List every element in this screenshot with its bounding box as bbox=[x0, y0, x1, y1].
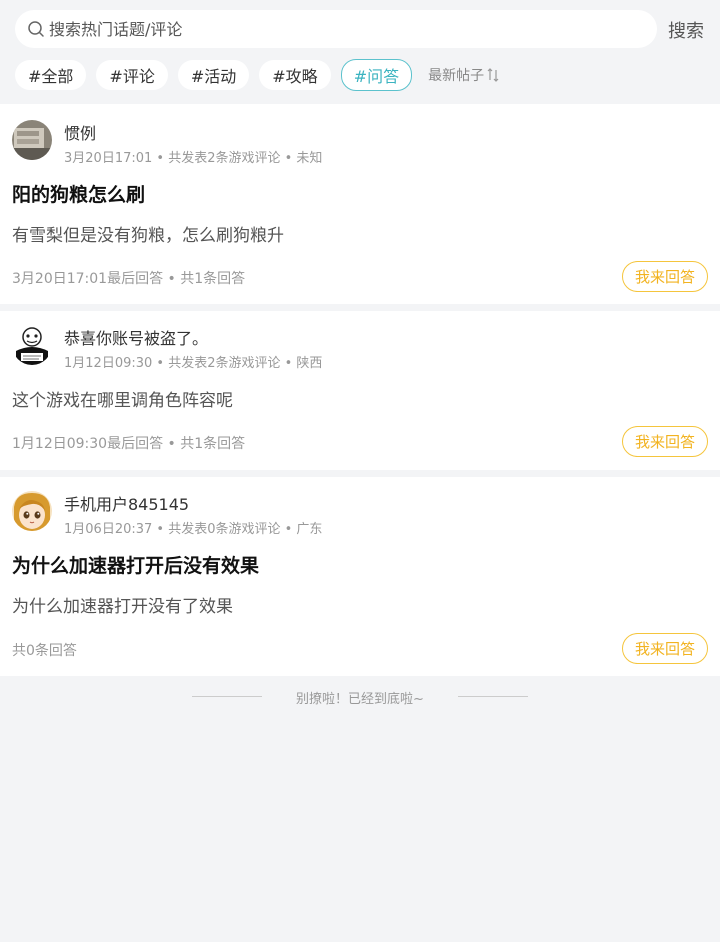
post-body[interactable]: 为什么加速器打开没有了效果 bbox=[12, 592, 233, 617]
post-footer: 1月12日09:30最后回答 • 共1条回答 bbox=[12, 436, 246, 452]
avatar[interactable] bbox=[12, 120, 52, 160]
top-bar: 搜索 #全部 #评论 #活动 #攻略 #问答 最新帖子 bbox=[0, 0, 720, 104]
search-input[interactable] bbox=[49, 19, 609, 39]
answer-button[interactable]: 我来回答 bbox=[622, 261, 708, 292]
avatar[interactable] bbox=[12, 491, 52, 531]
divider bbox=[458, 696, 528, 697]
end-of-list-indicator: 别撩啦！已经到底啦~ bbox=[0, 686, 720, 707]
end-of-list-text: 别撩啦！已经到底啦~ bbox=[296, 692, 424, 707]
answer-button[interactable]: 我来回答 bbox=[622, 426, 708, 457]
tag-all[interactable]: #全部 bbox=[15, 60, 87, 90]
post-body[interactable]: 有雪梨但是没有狗粮，怎么刷狗粮升 bbox=[12, 221, 284, 246]
post-body[interactable]: 这个游戏在哪里调角色阵容呢 bbox=[12, 386, 233, 411]
post-meta: 3月20日17:01 • 共发表2条游戏评论 • 未知 bbox=[64, 151, 323, 166]
tag-event[interactable]: #活动 bbox=[177, 60, 250, 90]
post-title[interactable]: 阳的狗粮怎么刷 bbox=[12, 180, 145, 207]
post-meta: 1月06日20:37 • 共发表0条游戏评论 • 广东 bbox=[64, 522, 323, 537]
tag-guide[interactable]: #攻略 bbox=[259, 60, 331, 90]
sort-dropdown[interactable]: 最新帖子 bbox=[428, 65, 499, 85]
avatar[interactable] bbox=[12, 325, 52, 365]
post-title[interactable]: 为什么加速器打开后没有效果 bbox=[12, 551, 259, 578]
answer-button[interactable]: 我来回答 bbox=[622, 633, 708, 664]
tag-qa[interactable]: #问答 bbox=[340, 59, 413, 91]
search-icon bbox=[27, 20, 45, 38]
post-username[interactable]: 手机用户845145 bbox=[64, 491, 189, 515]
post-card[interactable]: 手机用户845145 1月06日20:37 • 共发表0条游戏评论 • 广东 为… bbox=[0, 477, 720, 676]
post-username[interactable]: 惯例 bbox=[64, 120, 96, 144]
post-footer: 共0条回答 bbox=[12, 643, 77, 659]
sort-label: 最新帖子 bbox=[428, 68, 485, 84]
search-box[interactable] bbox=[15, 10, 657, 48]
post-meta: 1月12日09:30 • 共发表2条游戏评论 • 陕西 bbox=[64, 356, 323, 371]
sort-toggle-icon bbox=[487, 68, 499, 82]
tag-review[interactable]: #评论 bbox=[96, 60, 168, 90]
post-card[interactable]: 恭喜你账号被盗了。 1月12日09:30 • 共发表2条游戏评论 • 陕西 这个… bbox=[0, 311, 720, 470]
post-card[interactable]: 惯例 3月20日17:01 • 共发表2条游戏评论 • 未知 阳的狗粮怎么刷 有… bbox=[0, 104, 720, 304]
post-username[interactable]: 恭喜你账号被盗了。 bbox=[64, 325, 208, 349]
post-footer: 3月20日17:01最后回答 • 共1条回答 bbox=[12, 271, 246, 287]
tag-filter-bar: #全部 #评论 #活动 #攻略 #问答 最新帖子 bbox=[15, 59, 499, 91]
search-button[interactable]: 搜索 bbox=[668, 17, 704, 43]
